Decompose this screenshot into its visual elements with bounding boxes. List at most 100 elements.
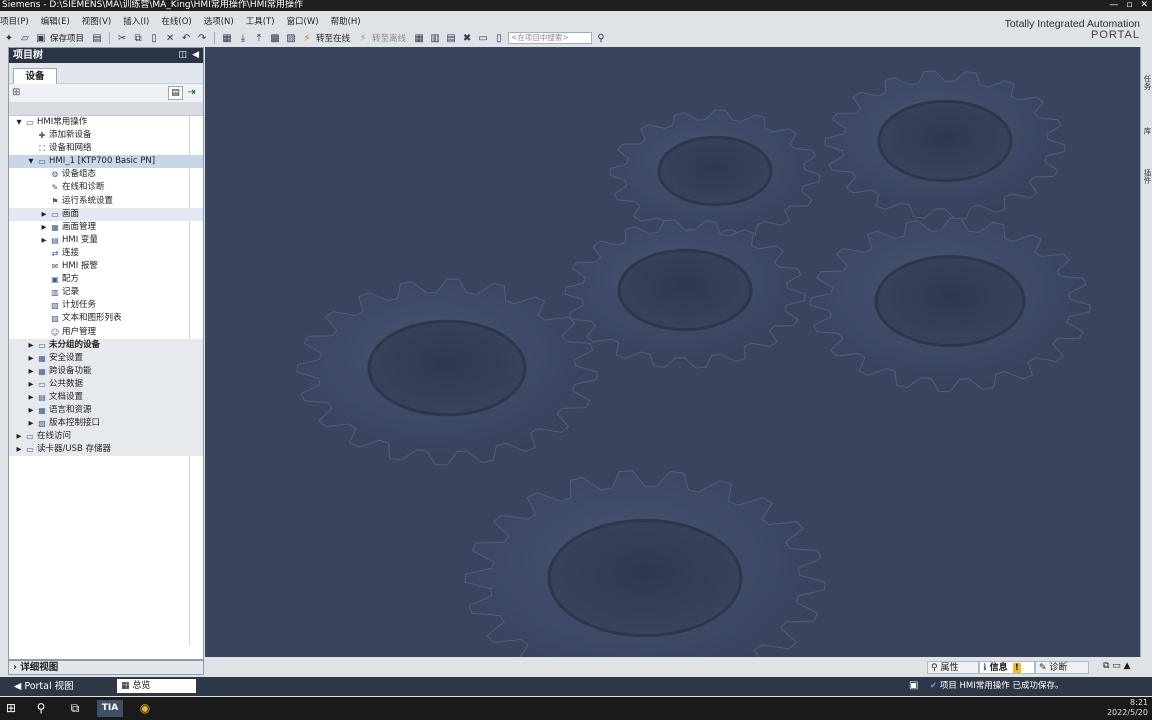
tab-diagnostics[interactable]: ✎ 诊断: [1035, 661, 1089, 674]
paste-icon[interactable]: ▯: [147, 32, 161, 45]
tree-item[interactable]: ▶ ▧ 版本控制接口: [9, 417, 203, 431]
accessible-devices-icon[interactable]: ▦: [412, 32, 426, 45]
cross-reference-icon[interactable]: ✖: [460, 32, 474, 45]
task-view-icon[interactable]: ⧉: [64, 700, 86, 717]
tree-item[interactable]: ▶ ▤ HMI 变量: [9, 234, 203, 247]
tree-item[interactable]: ⚙ 设备组态: [9, 168, 203, 181]
tree-item[interactable]: ▶ ▭ 读卡器/USB 存储器: [9, 443, 203, 457]
expand-right-icon[interactable]: ▶: [27, 391, 35, 404]
collapse-panel-icon[interactable]: ◀: [192, 48, 199, 63]
tree-item[interactable]: ▶ ▤ 文档设置: [9, 390, 203, 405]
tree-item[interactable]: ✉ HMI 报警: [9, 260, 203, 273]
menu-online[interactable]: 在线(O): [161, 15, 191, 27]
search-go-icon[interactable]: ⚲: [594, 32, 608, 45]
simulation-icon[interactable]: ▩: [268, 32, 282, 45]
tree-item[interactable]: ▨ 文本和图形列表: [9, 312, 203, 325]
expand-right-icon[interactable]: ▶: [15, 443, 23, 456]
tree-item[interactable]: ⇄ 连接: [9, 247, 203, 260]
menu-insert[interactable]: 插入(I): [123, 15, 149, 27]
tree-item[interactable]: ▶ ▭ 在线访问: [9, 430, 203, 444]
expand-down-icon[interactable]: ▼: [15, 116, 23, 129]
tab-properties[interactable]: ⚲ 属性: [927, 661, 979, 674]
expand-right-icon[interactable]: ▶: [27, 352, 35, 365]
restore-button[interactable]: ▫: [1126, 0, 1132, 11]
portal-view-button[interactable]: ◀ Portal 视图: [14, 680, 74, 693]
go-offline-icon[interactable]: ⚡: [356, 32, 370, 45]
window-float-icon[interactable]: ⧉ ▭ ▲: [1103, 661, 1131, 671]
save-icon[interactable]: ▣: [34, 32, 48, 45]
expand-right-icon[interactable]: ▶: [27, 404, 35, 417]
tree-item[interactable]: ⚑ 运行系统设置: [9, 195, 203, 208]
stop-cpu-icon[interactable]: ▤: [444, 32, 458, 45]
tab-devices[interactable]: 设备: [13, 68, 57, 84]
expand-right-icon[interactable]: ▶: [27, 417, 35, 430]
split-vertical-icon[interactable]: ▯: [492, 32, 506, 45]
new-project-icon[interactable]: ✦: [2, 32, 16, 45]
pin-icon[interactable]: ◫: [178, 48, 187, 63]
menu-options[interactable]: 选项(N): [204, 15, 234, 27]
tree-item[interactable]: ▶ ▭ 画面: [9, 207, 203, 221]
tree-item[interactable]: ✎ 在线和诊断: [9, 181, 203, 194]
runtime-icon[interactable]: ▧: [284, 32, 298, 45]
tree-item[interactable]: ☺ 用户管理: [9, 326, 203, 339]
task-card-libraries[interactable]: 库: [1142, 127, 1152, 135]
print-icon[interactable]: ▤: [90, 32, 104, 45]
overview-toggle-icon[interactable]: ▤: [168, 86, 183, 100]
menu-project[interactable]: 项目(P): [0, 15, 29, 27]
task-card-tasks[interactable]: 任务: [1142, 75, 1152, 90]
tree-item[interactable]: ✚ 添加新设备: [9, 129, 203, 142]
upload-icon[interactable]: ⤒: [252, 32, 266, 45]
compile-icon[interactable]: ▦: [220, 32, 234, 45]
expand-right-icon[interactable]: ▶: [40, 234, 48, 247]
menu-help[interactable]: 帮助(H): [331, 15, 361, 27]
tree-item[interactable]: ▶ ▦ 语言和资源: [9, 404, 203, 418]
tree-item[interactable]: ▶ ▭ 未分组的设备: [9, 338, 203, 352]
project-search-input[interactable]: <在项目中搜索>: [508, 32, 593, 44]
filter-icon[interactable]: ⊞: [12, 87, 20, 98]
expand-down-icon[interactable]: ▼: [27, 155, 35, 168]
tree-item[interactable]: ▶ ▭ 公共数据: [9, 377, 203, 391]
delete-icon[interactable]: ✕: [163, 32, 177, 45]
expand-right-icon[interactable]: ▶: [15, 430, 23, 443]
tree-item[interactable]: ▼ ▭ HMI常用操作: [9, 116, 203, 129]
menu-window[interactable]: 窗口(W): [287, 15, 319, 27]
tia-portal-app-icon[interactable]: TIA: [97, 700, 123, 717]
tree-item[interactable]: ▶ ▦ 画面管理: [9, 221, 203, 234]
start-cpu-icon[interactable]: ▥: [428, 32, 442, 45]
go-to-icon[interactable]: ⇥: [184, 86, 199, 100]
windows-start-icon[interactable]: ⊞: [0, 700, 22, 717]
tab-info[interactable]: ℹ 信息 !: [979, 661, 1035, 674]
split-horizontal-icon[interactable]: ▭: [476, 32, 490, 45]
tree-item[interactable]: ▥ 记录: [9, 286, 203, 299]
menu-view[interactable]: 视图(V): [82, 15, 111, 27]
chrome-app-icon[interactable]: ◉: [134, 700, 156, 717]
expand-right-icon[interactable]: ▶: [40, 208, 48, 221]
menu-edit[interactable]: 编辑(E): [41, 15, 70, 27]
tree-item[interactable]: ▶ ▦ 跨设备功能: [9, 364, 203, 378]
detail-view-bar[interactable]: › 详细视图: [8, 660, 204, 675]
minimize-button[interactable]: —: [1109, 0, 1118, 11]
redo-icon[interactable]: ↷: [195, 32, 209, 45]
tree-item[interactable]: ⛶ 设备和网络: [9, 142, 203, 155]
tree-item[interactable]: ▣ 配方: [9, 273, 203, 286]
cut-icon[interactable]: ✂: [115, 32, 129, 45]
search-icon[interactable]: ⚲: [30, 700, 52, 717]
go-offline-button[interactable]: 转至离线: [372, 32, 406, 44]
status-panel-icon[interactable]: ▣: [909, 680, 918, 691]
overview-tab[interactable]: ▦ 总览: [117, 679, 196, 693]
task-card-addins[interactable]: 插件: [1142, 169, 1152, 184]
copy-icon[interactable]: ⧉: [131, 32, 145, 45]
tree-item[interactable]: ▧ 计划任务: [9, 299, 203, 312]
expand-right-icon[interactable]: ▶: [27, 378, 35, 391]
menu-tools[interactable]: 工具(T): [246, 15, 275, 27]
download-icon[interactable]: ⤓: [236, 32, 250, 45]
go-online-icon[interactable]: ⚡: [300, 32, 314, 45]
expand-right-icon[interactable]: ▶: [27, 365, 35, 378]
expand-right-icon[interactable]: ▶: [40, 221, 48, 234]
save-project-button[interactable]: 保存项目: [50, 32, 84, 44]
tree-item[interactable]: ▶ ▦ 安全设置: [9, 351, 203, 365]
undo-icon[interactable]: ↶: [179, 32, 193, 45]
go-online-button[interactable]: 转至在线: [316, 32, 350, 44]
close-button[interactable]: ✕: [1140, 0, 1148, 11]
open-project-icon[interactable]: ▱: [18, 32, 32, 45]
